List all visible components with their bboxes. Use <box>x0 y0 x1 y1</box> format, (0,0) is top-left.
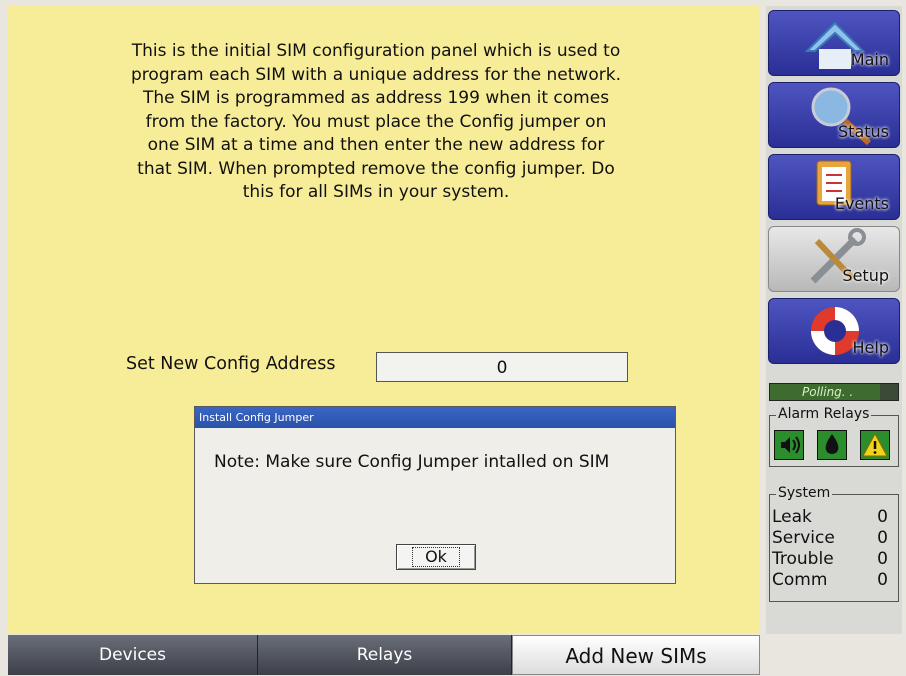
nav-main-button[interactable]: Main <box>768 10 900 76</box>
nav-status-label: Status <box>838 122 889 141</box>
system-row-label: Comm <box>772 570 828 590</box>
system-group: System Leak 0 Service 0 Trouble 0 Comm 0 <box>769 485 899 602</box>
tab-devices[interactable]: Devices <box>8 635 258 675</box>
system-row-label: Trouble <box>772 549 834 569</box>
main-panel: This is the initial SIM configuration pa… <box>8 6 760 634</box>
dialog-message: Note: Make sure Config Jumper intalled o… <box>214 452 610 472</box>
sidebar: Main Status Events Setup Help Polling. .… <box>766 6 902 634</box>
tab-relays[interactable]: Relays <box>258 635 512 675</box>
system-row-trouble: Trouble 0 <box>772 549 890 569</box>
system-title: System <box>776 485 833 501</box>
nav-setup-button[interactable]: Setup <box>768 226 900 292</box>
nav-main-label: Main <box>850 50 889 69</box>
config-address-label: Set New Config Address <box>126 354 336 374</box>
dialog-title: Install Config Jumper <box>195 407 675 428</box>
system-row-value: 0 <box>877 528 888 548</box>
nav-events-button[interactable]: Events <box>768 154 900 220</box>
nav-status-button[interactable]: Status <box>768 82 900 148</box>
polling-status-text: Polling. . <box>802 385 854 399</box>
system-row-leak: Leak 0 <box>772 507 890 527</box>
bottom-tab-bar: Devices Relays Add New SIMs <box>8 635 760 675</box>
ok-button[interactable]: Ok <box>396 544 476 570</box>
water-drop-icon <box>817 430 847 460</box>
config-address-input[interactable]: 0 <box>376 352 628 382</box>
speaker-icon <box>774 430 804 460</box>
system-row-value: 0 <box>877 570 888 590</box>
alarm-relays-group: Alarm Relays <box>769 406 899 467</box>
ok-button-label: Ok <box>412 547 460 567</box>
warning-icon <box>860 430 890 460</box>
nav-help-label: Help <box>852 338 889 357</box>
system-row-service: Service 0 <box>772 528 890 548</box>
install-jumper-dialog: Install Config Jumper Note: Make sure Co… <box>194 406 676 584</box>
nav-events-label: Events <box>834 194 889 213</box>
system-row-value: 0 <box>877 507 888 527</box>
system-row-label: Leak <box>772 507 812 527</box>
alarm-relays-title: Alarm Relays <box>776 406 872 422</box>
system-row-comm: Comm 0 <box>772 570 890 590</box>
tab-add-new-sims[interactable]: Add New SIMs <box>512 635 760 675</box>
system-row-value: 0 <box>877 549 888 569</box>
nav-help-button[interactable]: Help <box>768 298 900 364</box>
system-row-label: Service <box>772 528 835 548</box>
intro-text: This is the initial SIM configuration pa… <box>131 41 621 202</box>
nav-setup-label: Setup <box>842 266 889 285</box>
polling-progress-bar: Polling. . <box>769 383 899 401</box>
